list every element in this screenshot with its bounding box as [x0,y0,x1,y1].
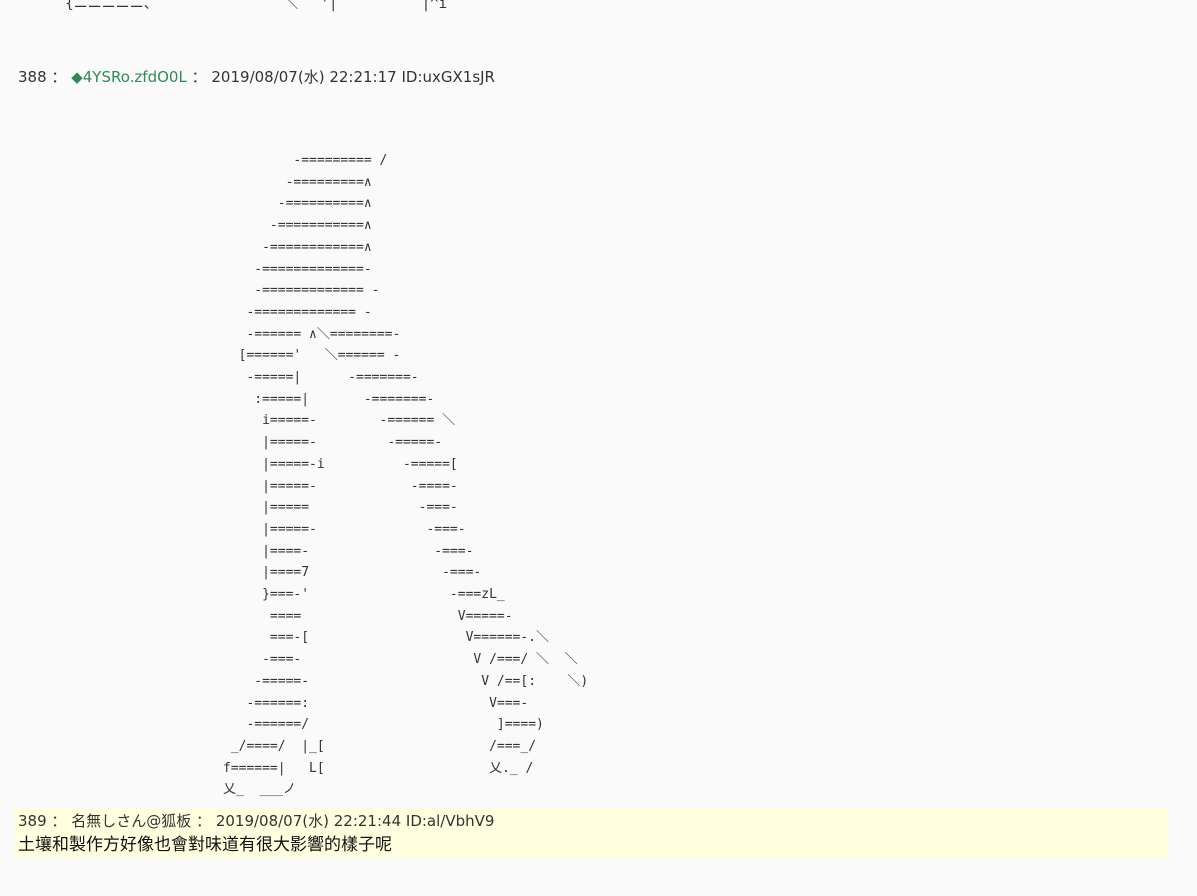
post-389: 389 ： 名無しさん@狐板 ： 2019/08/07(水) 22:21:44 … [14,808,1168,858]
post-header-389: 389 ： 名無しさん@狐板 ： 2019/08/07(水) 22:21:44 … [18,812,495,830]
post-number[interactable]: 388 [18,68,47,86]
poster-id[interactable]: ID:uxGX1sJR [401,68,495,86]
trip-diamond-icon: ◆ [71,68,83,86]
previous-post-ascii-fragment: {ニニニニニ、 ＼｀ '| |^i [40,0,448,12]
post-body: 土壤和製作方好像也會對味道有很大影響的樣子呢 [18,835,392,855]
poster-name: 4YSRo.zfdO0L [82,68,187,86]
poster-name: 名無しさん@狐板 [71,812,192,830]
post-header-388: 388 ： ◆4YSRo.zfdO0L ： 2019/08/07(水) 22:2… [18,68,495,86]
post-number[interactable]: 389 [18,812,47,830]
post-date: 2019/08/07(水) 22:21:17 [211,68,397,86]
poster-id[interactable]: ID:al/VbhV9 [406,812,495,830]
post-ascii-art: -========= / -=========∧ -==========∧ -=… [222,153,589,798]
post-date: 2019/08/07(水) 22:21:44 [215,812,402,830]
